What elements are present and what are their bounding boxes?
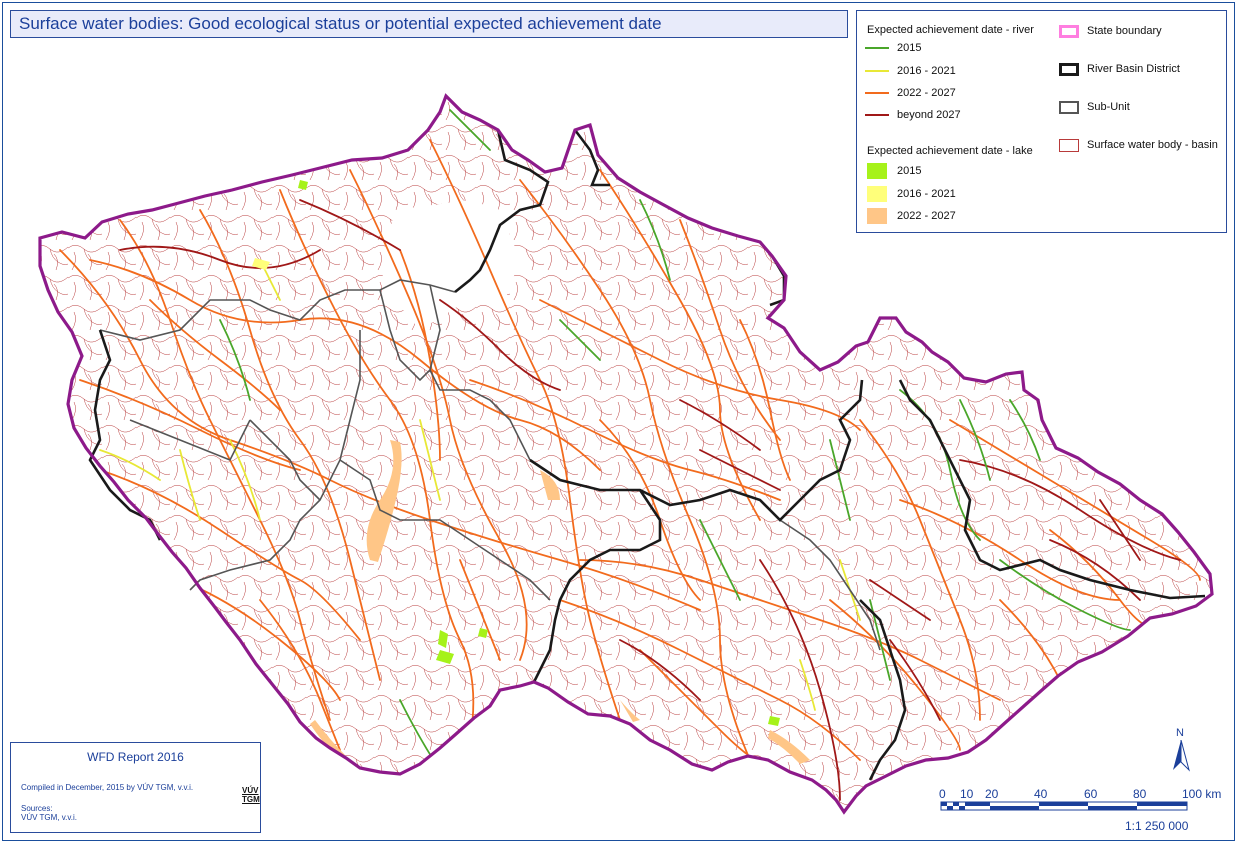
sources-value: VÚV TGM, v.v.i. — [21, 813, 78, 822]
legend-river-beyond-2027: beyond 2027 — [865, 105, 961, 125]
legend-boundary-label: Surface water body - basin — [1087, 139, 1218, 151]
legend-river-label: beyond 2027 — [897, 109, 961, 121]
legend-river-2016-2021: 2016 - 2021 — [865, 61, 956, 81]
legend-boundary-label: State boundary — [1087, 25, 1162, 37]
river-beyond-2027-swatch — [865, 114, 889, 116]
legend-lake-heading: Expected achievement date - lake — [867, 145, 1033, 157]
legend-sub-unit: Sub-Unit — [1059, 97, 1130, 117]
legend-panel: Expected achievement date - river 2015 2… — [856, 10, 1227, 233]
scale-tick-label: 100 km — [1182, 787, 1222, 801]
river-basin-district-swatch — [1059, 62, 1079, 76]
legend-lake-label: 2015 — [897, 165, 922, 177]
lake-2015-swatch — [867, 163, 887, 179]
legend-lake-2015: 2015 — [867, 161, 921, 181]
sources-label: Sources: — [21, 804, 53, 813]
logo-top-text: VÚV — [242, 786, 259, 795]
legend-lake-label: 2016 - 2021 — [897, 188, 956, 200]
river-2015-swatch — [865, 47, 889, 49]
map-title: Surface water bodies: Good ecological st… — [10, 10, 848, 38]
legend-river-label: 2016 - 2021 — [897, 65, 956, 77]
legend-boundary-label: River Basin District — [1087, 63, 1180, 75]
river-2016-2021-swatch — [865, 70, 889, 72]
scale-tick-label: 0 — [939, 787, 946, 801]
scale-tick-label: 20 — [985, 787, 999, 801]
lake-2022-2027-swatch — [867, 208, 887, 224]
legend-state-boundary: State boundary — [1059, 21, 1162, 41]
report-info-box: WFD Report 2016 Compiled in December, 20… — [10, 742, 261, 833]
scale-tick-label: 40 — [1034, 787, 1048, 801]
legend-river-2015: 2015 — [865, 38, 921, 58]
vuv-tgm-logo: VÚV TGM — [242, 786, 260, 804]
scale-tick-label: 60 — [1084, 787, 1098, 801]
legend-lake-2022-2027: 2022 - 2027 — [867, 206, 956, 226]
lake-2016-2021-swatch — [867, 186, 887, 202]
legend-river-2022-2027: 2022 - 2027 — [865, 83, 956, 103]
legend-river-heading: Expected achievement date - river — [867, 24, 1034, 36]
legend-river-label: 2022 - 2027 — [897, 87, 956, 99]
river-2022-2027-swatch — [865, 92, 889, 94]
legend-lake-2016-2021: 2016 - 2021 — [867, 184, 956, 204]
state-boundary-swatch — [1059, 24, 1079, 38]
legend-boundary-label: Sub-Unit — [1087, 101, 1130, 113]
legend-river-basin-district: River Basin District — [1059, 59, 1180, 79]
scale-tick-label: 80 — [1133, 787, 1147, 801]
legend-river-label: 2015 — [897, 42, 922, 54]
compiled-note: Compiled in December, 2015 by VÚV TGM, v… — [21, 783, 194, 792]
legend-water-body-basin: Surface water body - basin — [1059, 135, 1218, 155]
water-body-basin-swatch — [1059, 138, 1079, 152]
logo-bottom-text: TGM — [242, 795, 260, 804]
north-arrow-icon — [1173, 740, 1190, 772]
scale-tick-label: 10 — [960, 787, 974, 801]
legend-lake-label: 2022 - 2027 — [897, 210, 956, 222]
sub-unit-swatch — [1059, 100, 1079, 114]
north-label: N — [1176, 727, 1184, 739]
scale-ratio: 1:1 250 000 — [1125, 819, 1189, 833]
scale-bar — [940, 801, 1188, 811]
report-title: WFD Report 2016 — [87, 750, 184, 764]
